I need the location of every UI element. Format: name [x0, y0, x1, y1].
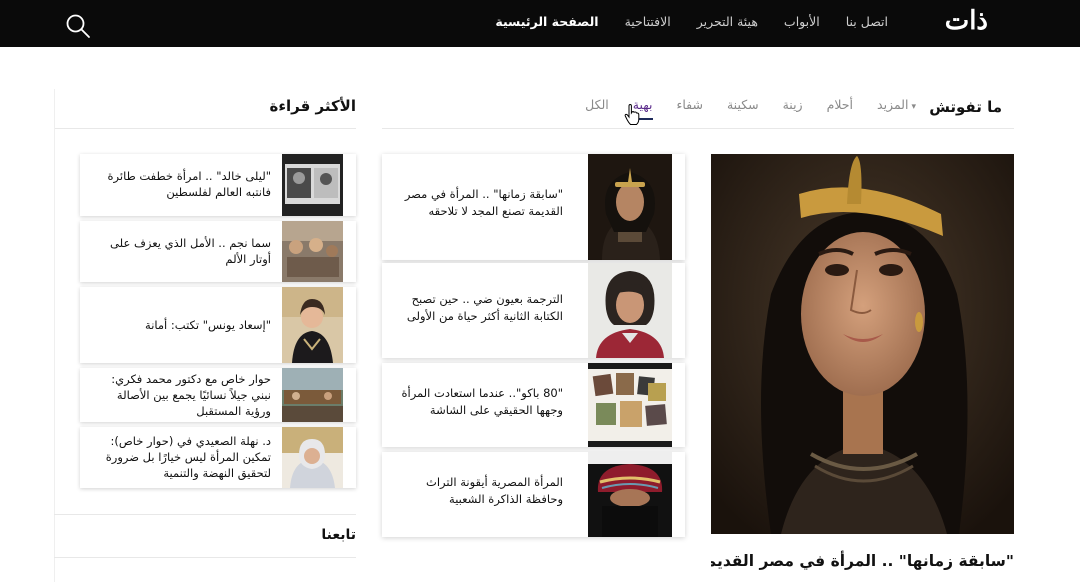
follow-us-title: تابعنا — [321, 527, 356, 543]
nav-sections[interactable]: الأبواب — [784, 14, 820, 29]
article-thumbnail[interactable] — [588, 452, 672, 537]
article-title-1[interactable]: "سابقة زمانها" .. المرأة في مصر القديمة … — [394, 186, 563, 220]
nav-editorial-board[interactable]: هيئة التحرير — [697, 14, 758, 29]
featured-article-title[interactable]: "سابقة زمانها" .. المرأة في مصر القديمة … — [711, 550, 1014, 582]
most-read-item[interactable]: سما نجم .. الأمل الذي يعزف على أوتار الأ… — [80, 221, 356, 282]
nav-contact[interactable]: اتصل بنا — [846, 14, 888, 29]
tab-shefaa[interactable]: شفاء — [677, 97, 703, 117]
most-read-title: الأكثر قراءة — [269, 97, 356, 115]
nav-editorial[interactable]: الافتتاحية — [625, 14, 671, 29]
article-thumbnail[interactable] — [588, 363, 672, 447]
most-read-thumbnail[interactable] — [282, 368, 343, 422]
main-nav: الصفحة الرئيسية الافتتاحية هيئة التحرير … — [495, 14, 888, 29]
article-card[interactable]: "سابقة زمانها" .. المرأة في مصر القديمة … — [382, 154, 685, 260]
tab-sakina[interactable]: سكينة — [727, 97, 759, 117]
article-card[interactable]: المرأة المصرية أيقونة التراث وحافظة الذا… — [382, 452, 685, 537]
featured-article-image[interactable] — [711, 154, 1014, 534]
article-title-2[interactable]: الترجمة بعيون ضي .. حين تصبح الكتابة الث… — [394, 291, 563, 325]
follow-us-section: تابعنا — [54, 514, 356, 558]
article-card[interactable]: الترجمة بعيون ضي .. حين تصبح الكتابة الث… — [382, 263, 685, 358]
most-read-title-2[interactable]: سما نجم .. الأمل الذي يعزف على أوتار الأ… — [88, 235, 271, 267]
section-title: ما تفوتش — [929, 98, 1002, 116]
tab-zeina[interactable]: زينة — [783, 97, 803, 117]
search-button[interactable] — [64, 12, 92, 40]
most-read-thumbnail[interactable] — [282, 221, 343, 282]
most-read-item[interactable]: "إسعاد يونس" تكتب: أمانة — [80, 287, 356, 363]
site-logo[interactable]: ذات — [945, 6, 988, 36]
search-icon — [66, 14, 90, 38]
most-read-thumbnail[interactable] — [282, 427, 343, 488]
section-header: ما تفوتش الكل بهية شفاء سكينة زينة أحلام… — [382, 92, 1014, 129]
top-navigation-bar: ذات الصفحة الرئيسية الافتتاحية هيئة التح… — [0, 0, 1080, 47]
most-read-thumbnail[interactable] — [282, 154, 343, 216]
most-read-item[interactable]: "ليلى خالد" .. امرأة خطفت طائرة فانتبه ا… — [80, 154, 356, 216]
most-read-thumbnail[interactable] — [282, 287, 343, 363]
most-read-title-3[interactable]: "إسعاد يونس" تكتب: أمانة — [88, 317, 271, 333]
most-read-item[interactable]: حوار خاص مع دكتور محمد فكري: نبني جيلاً … — [80, 368, 356, 422]
article-title-3[interactable]: "80 باكو".. عندما استعادت المرأة وجهها ا… — [394, 385, 563, 419]
article-title-4[interactable]: المرأة المصرية أيقونة التراث وحافظة الذا… — [394, 474, 563, 508]
hand-cursor-icon — [624, 104, 640, 125]
tab-ahlam[interactable]: أحلام — [827, 97, 853, 117]
article-thumbnail[interactable] — [588, 263, 672, 358]
tab-more-dropdown[interactable]: المزيد — [877, 97, 916, 117]
most-read-title-5[interactable]: د. نهلة الصعيدي في (حوار خاص): تمكين الم… — [88, 433, 271, 481]
article-card[interactable]: "80 باكو".. عندما استعادت المرأة وجهها ا… — [382, 363, 685, 447]
tab-all[interactable]: الكل — [585, 97, 609, 117]
most-read-title-4[interactable]: حوار خاص مع دكتور محمد فكري: نبني جيلاً … — [88, 371, 271, 419]
most-read-header: الأكثر قراءة — [54, 89, 356, 129]
most-read-item[interactable]: د. نهلة الصعيدي في (حوار خاص): تمكين الم… — [80, 427, 356, 488]
article-thumbnail[interactable] — [588, 154, 672, 260]
most-read-title-1[interactable]: "ليلى خالد" .. امرأة خطفت طائرة فانتبه ا… — [88, 168, 272, 200]
nav-home[interactable]: الصفحة الرئيسية — [495, 14, 598, 29]
